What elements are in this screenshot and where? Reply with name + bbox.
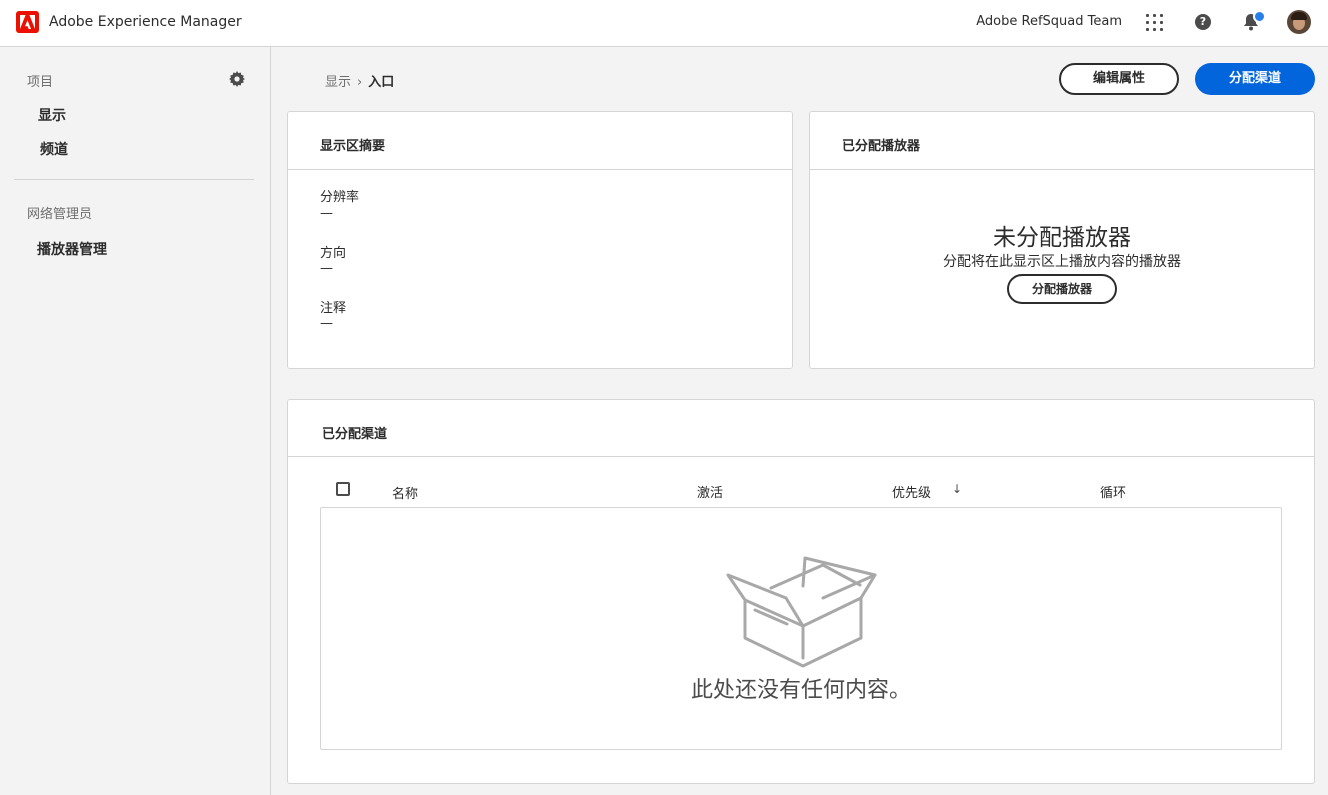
adobe-logo-icon[interactable] xyxy=(16,11,39,33)
channels-table-body: 此处还没有任何内容。 xyxy=(320,507,1282,750)
sort-descending-icon[interactable]: ↓ xyxy=(952,482,962,496)
sidebar-item-player-management[interactable]: 播放器管理 xyxy=(37,239,107,259)
resolution-label: 分辨率 xyxy=(320,190,360,205)
column-header-active[interactable]: 激活 xyxy=(697,482,723,501)
sidebar: 项目 显示 频道 网络管理员 播放器管理 xyxy=(0,47,271,795)
sidebar-divider xyxy=(14,179,254,180)
column-header-name[interactable]: 名称 xyxy=(392,483,418,502)
assign-player-button[interactable]: 分配播放器 xyxy=(1007,274,1117,304)
sidebar-heading-projects: 项目 xyxy=(27,75,54,90)
notes-value: — xyxy=(320,316,333,331)
no-players-title: 未分配播放器 xyxy=(993,225,1131,251)
orientation-label: 方向 xyxy=(320,246,347,261)
display-summary-card: 显示区摘要 分辨率 — 方向 — 注释 — xyxy=(287,111,793,369)
help-icon[interactable]: ? xyxy=(1195,14,1211,30)
avatar[interactable] xyxy=(1287,10,1311,34)
no-players-description: 分配将在此显示区上播放内容的播放器 xyxy=(943,254,1181,270)
assign-channel-button[interactable]: 分配渠道 xyxy=(1195,63,1315,95)
resolution-value: — xyxy=(320,206,333,221)
breadcrumb-current: 入口 xyxy=(368,75,395,90)
empty-state-message: 此处还没有任何内容。 xyxy=(690,678,911,703)
org-switcher[interactable]: Adobe RefSquad Team xyxy=(976,14,1122,29)
column-header-loop[interactable]: 循环 xyxy=(1100,482,1126,501)
card-divider xyxy=(288,169,792,170)
notes-label: 注释 xyxy=(320,301,347,316)
assigned-players-card: 已分配播放器 未分配播放器 分配将在此显示区上播放内容的播放器 分配播放器 xyxy=(809,111,1315,369)
sidebar-heading-network-admin: 网络管理员 xyxy=(27,207,93,222)
edit-properties-button[interactable]: 编辑属性 xyxy=(1059,63,1179,95)
sidebar-item-channels[interactable]: 频道 xyxy=(40,139,68,159)
chevron-right-icon: › xyxy=(357,75,363,90)
gear-icon[interactable] xyxy=(229,71,245,87)
empty-box-icon xyxy=(726,556,877,668)
display-summary-title: 显示区摘要 xyxy=(320,139,386,154)
column-header-priority[interactable]: 优先级 xyxy=(892,482,931,501)
breadcrumb-parent[interactable]: 显示 xyxy=(325,75,351,90)
card-divider xyxy=(810,169,1314,170)
assigned-players-title: 已分配播放器 xyxy=(842,139,921,154)
assigned-channels-card: 已分配渠道 名称 激活 优先级 ↓ 循环 此处还没有任何内容。 xyxy=(287,399,1315,784)
assigned-channels-title: 已分配渠道 xyxy=(322,427,388,442)
apps-grid-icon[interactable] xyxy=(1146,14,1163,31)
sidebar-item-display[interactable]: 显示 xyxy=(38,105,66,125)
orientation-value: — xyxy=(320,261,333,276)
notification-badge xyxy=(1253,10,1266,23)
app-title[interactable]: Adobe Experience Manager xyxy=(49,14,242,30)
card-divider xyxy=(288,456,1314,457)
breadcrumb: 显示 › 入口 xyxy=(325,71,394,90)
top-bar: Adobe Experience Manager Adobe RefSquad … xyxy=(0,0,1328,47)
select-all-checkbox[interactable] xyxy=(336,482,350,496)
